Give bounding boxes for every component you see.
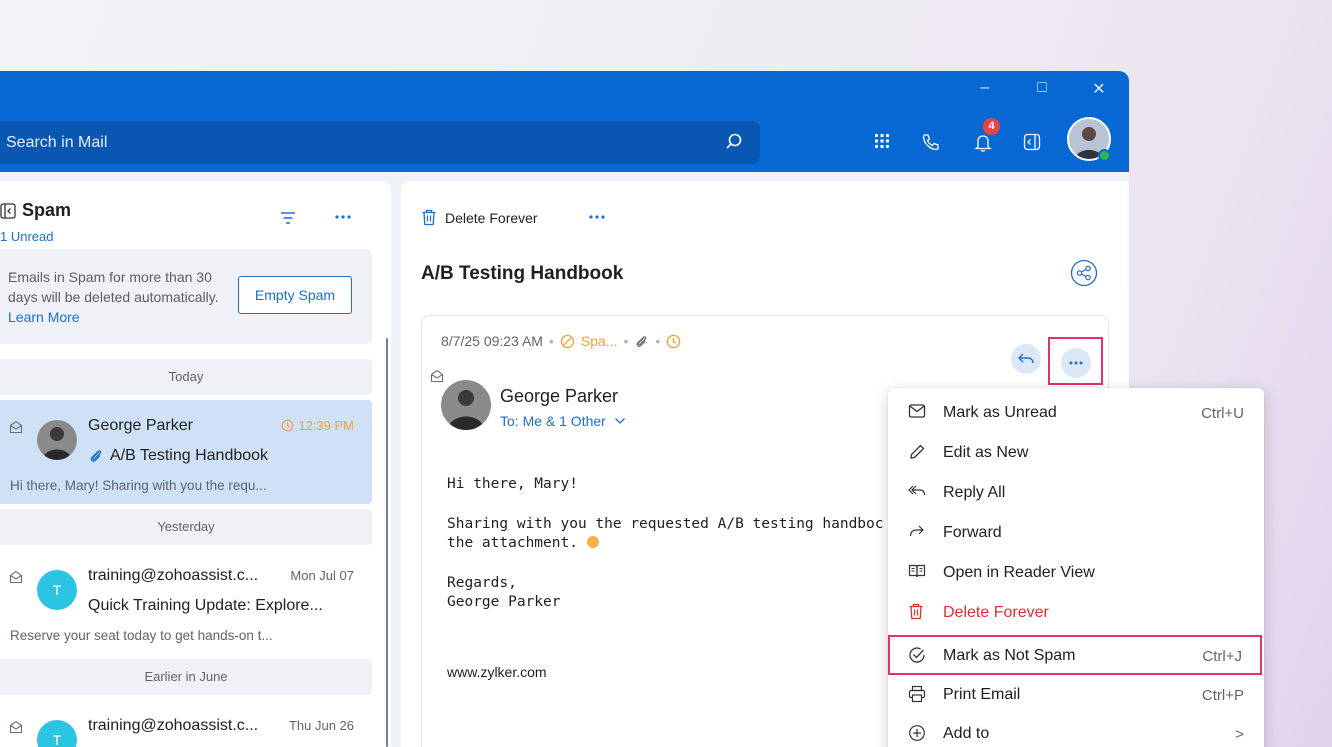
mail-sender: training@zohoassist.c... xyxy=(88,567,259,584)
email-more-button[interactable] xyxy=(1061,348,1091,378)
trash-icon xyxy=(422,209,436,226)
forward-icon xyxy=(909,525,924,537)
notification-badge: 4 xyxy=(983,118,1000,135)
email-subject: A/B Testing Handbook xyxy=(421,263,624,284)
spam-notice: Emails in Spam for more than 30 days wil… xyxy=(0,249,372,344)
mail-sender: training@zohoassist.c... xyxy=(88,717,259,734)
mail-preview: Hi there, Mary! Sharing with you the req… xyxy=(10,478,267,493)
delete-forever-button[interactable]: Delete Forever xyxy=(421,209,538,226)
menu-item-mark-not-spam[interactable]: Mark as Not Spam Ctrl+J xyxy=(888,635,1262,675)
sender-avatar xyxy=(441,380,491,430)
menu-item-reply-all[interactable]: Reply All xyxy=(888,472,1264,512)
body-line: Sharing with you the requested A/B testi… xyxy=(447,516,884,532)
folder-title: Spam xyxy=(0,200,71,221)
maximize-button[interactable]: □ xyxy=(1030,79,1054,97)
more-options-icon[interactable] xyxy=(334,214,352,220)
toolbar-more-icon[interactable] xyxy=(588,214,606,220)
sender-name[interactable]: George Parker xyxy=(500,386,618,407)
mail-list-panel: Spam 1 Unread Emails in Spam for more th… xyxy=(0,181,391,747)
menu-item-add-to[interactable]: Add to > xyxy=(888,713,1264,747)
title-bar: – □ ✕ Search in Mail 4 xyxy=(0,71,1129,172)
check-circle-icon xyxy=(909,647,925,663)
attachment-icon[interactable] xyxy=(634,334,649,349)
body-greeting: Hi there, Mary! xyxy=(447,476,578,492)
mail-time: 12:39 PM xyxy=(281,418,354,433)
search-bar[interactable]: Search in Mail xyxy=(0,121,760,164)
clock-icon[interactable] xyxy=(666,334,681,349)
sender-avatar: T xyxy=(37,570,77,610)
envelope-icon xyxy=(430,369,444,383)
sender-avatar xyxy=(37,420,77,460)
filter-icon[interactable] xyxy=(280,211,296,225)
trash-icon xyxy=(909,603,923,620)
folder-tag[interactable]: Spa... xyxy=(581,333,618,349)
envelope-icon xyxy=(9,720,23,734)
search-icon[interactable] xyxy=(724,132,744,152)
mail-list-item[interactable]: T training@zohoassist.c... Thu Jun 26 xyxy=(0,700,372,747)
plus-circle-icon xyxy=(909,725,925,741)
chevron-down-icon xyxy=(614,418,625,424)
mail-subject: Quick Training Update: Explore... xyxy=(88,597,323,614)
reply-button[interactable] xyxy=(1011,344,1041,374)
mail-list-item[interactable]: George Parker 12:39 PM A/B Testing Handb… xyxy=(0,400,372,504)
more-options-icon xyxy=(1069,361,1083,365)
envelope-icon xyxy=(9,420,23,434)
email-datetime: 8/7/25 09:23 AM xyxy=(441,333,543,349)
spam-notice-text: Emails in Spam for more than 30 days wil… xyxy=(8,269,219,325)
pencil-icon xyxy=(910,444,925,459)
menu-item-delete-forever[interactable]: Delete Forever xyxy=(888,592,1264,632)
mail-sender: George Parker xyxy=(88,417,193,434)
mail-time: Mon Jul 07 xyxy=(290,568,354,583)
share-icon[interactable] xyxy=(1070,259,1098,287)
email-meta: 8/7/25 09:23 AM • Spa... • • xyxy=(441,333,681,349)
body-signature: George Parker xyxy=(447,594,561,610)
menu-item-mark-unread[interactable]: Mark as Unread Ctrl+U xyxy=(888,392,1264,432)
apps-grid-icon[interactable] xyxy=(874,133,890,149)
group-header-today: Today xyxy=(0,359,372,395)
presence-indicator xyxy=(1098,149,1111,162)
body-line: the attachment. xyxy=(447,535,599,551)
search-input[interactable]: Search in Mail xyxy=(6,134,107,152)
menu-item-forward[interactable]: Forward xyxy=(888,512,1264,552)
phone-icon[interactable] xyxy=(922,133,940,151)
mail-subject: A/B Testing Handbook xyxy=(88,447,268,465)
close-button[interactable]: ✕ xyxy=(1087,79,1111,99)
book-icon xyxy=(908,564,926,578)
body-regards: Regards, xyxy=(447,575,517,591)
mail-list-item[interactable]: T training@zohoassist.c... Mon Jul 07 Qu… xyxy=(0,550,372,654)
bell-icon[interactable] xyxy=(974,133,992,152)
menu-item-print[interactable]: Print Email Ctrl+P xyxy=(888,674,1264,714)
group-header-yesterday: Yesterday xyxy=(0,509,372,545)
empty-spam-button[interactable]: Empty Spam xyxy=(238,276,352,314)
folder-name: Spam xyxy=(22,200,72,220)
chevron-right-icon: > xyxy=(1235,726,1244,743)
minimize-button[interactable]: – xyxy=(973,79,997,97)
envelope-icon xyxy=(908,404,926,418)
mail-preview: Reserve your seat today to get hands-on … xyxy=(10,628,273,643)
clock-icon xyxy=(281,419,294,432)
mail-list-scrollbar[interactable] xyxy=(386,338,388,747)
attachment-icon xyxy=(90,450,102,462)
collapse-panel-icon[interactable] xyxy=(0,202,16,219)
reply-icon xyxy=(1018,353,1034,364)
printer-icon xyxy=(908,685,926,703)
panel-toggle-icon[interactable] xyxy=(1023,133,1041,151)
signature-website[interactable]: www.zylker.com xyxy=(447,664,547,680)
email-more-highlight xyxy=(1048,337,1103,385)
emoji-icon xyxy=(586,536,599,548)
group-header-earlier: Earlier in June xyxy=(0,659,372,695)
spam-icon xyxy=(560,334,575,348)
envelope-icon xyxy=(9,570,23,584)
unread-count[interactable]: 1 Unread xyxy=(0,229,53,244)
sender-avatar: T xyxy=(37,720,77,747)
recipients[interactable]: To: Me & 1 Other xyxy=(500,413,626,429)
learn-more-link[interactable]: Learn More xyxy=(8,309,80,325)
reply-all-icon xyxy=(908,485,926,496)
email-context-menu: Mark as Unread Ctrl+U Edit as New Reply … xyxy=(888,388,1264,747)
mail-time: Thu Jun 26 xyxy=(288,718,354,733)
menu-item-edit-as-new[interactable]: Edit as New xyxy=(888,432,1264,472)
menu-item-reader-view[interactable]: Open in Reader View xyxy=(888,552,1264,592)
